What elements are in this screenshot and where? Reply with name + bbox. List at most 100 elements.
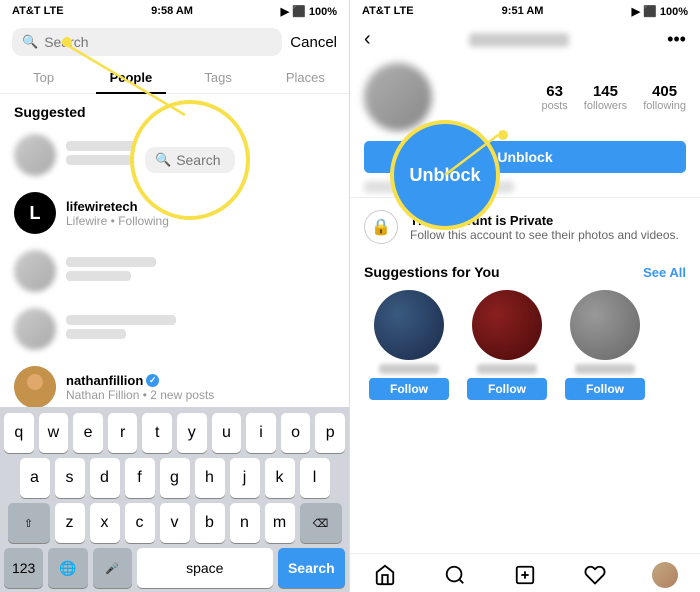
- avatar: [14, 134, 56, 176]
- right-time: 9:51 AM: [502, 5, 544, 17]
- key-q[interactable]: q: [4, 413, 34, 453]
- left-search-header: 🔍 Cancel: [0, 22, 349, 62]
- tab-top[interactable]: Top: [0, 62, 87, 93]
- key-y[interactable]: y: [177, 413, 207, 453]
- key-p[interactable]: p: [315, 413, 345, 453]
- nav-home[interactable]: [350, 562, 420, 588]
- suggestions-row: Follow Follow Follow: [350, 284, 700, 406]
- key-e[interactable]: e: [73, 413, 103, 453]
- key-z[interactable]: z: [55, 503, 85, 543]
- suggestion-avatar-3: [570, 290, 640, 360]
- list-item[interactable]: nathanfillion ✓ Nathan Fillion • 2 new p…: [0, 358, 349, 407]
- verified-badge: ✓: [146, 374, 159, 387]
- suggestions-title: Suggestions for You: [364, 264, 500, 280]
- keyboard-search-button[interactable]: Search: [278, 548, 345, 588]
- see-all-link[interactable]: See All: [643, 265, 686, 280]
- tab-tags[interactable]: Tags: [175, 62, 262, 93]
- shift-key[interactable]: ⇧: [8, 503, 50, 543]
- keyboard-row-bottom: 123 🌐 🎤 space Search: [4, 548, 345, 588]
- suggestion-name-2: [477, 364, 537, 374]
- suggestions-header: Suggestions for You See All: [350, 256, 700, 284]
- backspace-key[interactable]: ⌫: [300, 503, 342, 543]
- emoji-key[interactable]: 🌐: [48, 548, 87, 588]
- left-time: 9:58 AM: [151, 5, 193, 17]
- user-info: nathanfillion ✓ Nathan Fillion • 2 new p…: [66, 373, 214, 402]
- blurred-sub: [66, 329, 126, 339]
- key-v[interactable]: v: [160, 503, 190, 543]
- num-key[interactable]: 123: [4, 548, 43, 588]
- key-h[interactable]: h: [195, 458, 225, 498]
- tab-places[interactable]: Places: [262, 62, 349, 93]
- blurred-name: [66, 315, 176, 325]
- key-u[interactable]: u: [212, 413, 242, 453]
- key-g[interactable]: g: [160, 458, 190, 498]
- cancel-button[interactable]: Cancel: [290, 34, 337, 51]
- key-r[interactable]: r: [108, 413, 138, 453]
- unblock-zoom-circle: Unblock: [390, 120, 500, 230]
- suggestion-name-3: [575, 364, 635, 374]
- tabs-row: Top People Tags Places: [0, 62, 349, 94]
- right-status-bar: AT&T LTE 9:51 AM ▶ ⬛ 100%: [350, 0, 700, 22]
- tab-people[interactable]: People: [87, 62, 174, 93]
- left-panel: AT&T LTE 9:58 AM ▶ ⬛ 100% 🔍 Cancel Top P…: [0, 0, 350, 592]
- key-f[interactable]: f: [125, 458, 155, 498]
- keyboard: q w e r t y u i o p a s d f g h j k l ⇧ …: [0, 407, 349, 592]
- left-status-icons: ▶ ⬛ 100%: [281, 5, 337, 18]
- key-t[interactable]: t: [142, 413, 172, 453]
- space-key[interactable]: space: [137, 548, 273, 588]
- zoom-search-inner: 🔍: [145, 147, 235, 173]
- blurred-sub: [66, 271, 131, 281]
- stat-following: 405 following: [643, 83, 686, 112]
- mic-key[interactable]: 🎤: [93, 548, 132, 588]
- left-status-bar: AT&T LTE 9:58 AM ▶ ⬛ 100%: [0, 0, 349, 22]
- nav-add[interactable]: [490, 562, 560, 588]
- key-d[interactable]: d: [90, 458, 120, 498]
- zoom-unblock-text: Unblock: [409, 165, 480, 186]
- nav-heart[interactable]: [560, 562, 630, 588]
- suggestion-avatar-2: [472, 290, 542, 360]
- search-zoom-circle: 🔍: [130, 100, 250, 220]
- key-c[interactable]: c: [125, 503, 155, 543]
- right-carrier: AT&T LTE: [362, 5, 414, 17]
- keyboard-row-2: a s d f g h j k l: [4, 458, 345, 498]
- suggestion-name-1: [379, 364, 439, 374]
- key-b[interactable]: b: [195, 503, 225, 543]
- key-w[interactable]: w: [39, 413, 69, 453]
- key-s[interactable]: s: [55, 458, 85, 498]
- list-item[interactable]: [0, 242, 349, 300]
- follow-button-1[interactable]: Follow: [369, 378, 449, 400]
- key-j[interactable]: j: [230, 458, 260, 498]
- follow-button-2[interactable]: Follow: [467, 378, 547, 400]
- stat-posts: 63 posts: [541, 83, 567, 112]
- key-i[interactable]: i: [246, 413, 276, 453]
- search-input[interactable]: [44, 34, 272, 50]
- key-a[interactable]: a: [20, 458, 50, 498]
- more-button[interactable]: •••: [667, 29, 686, 50]
- list-item[interactable]: [0, 300, 349, 358]
- suggestion-card-2: Follow: [462, 290, 552, 400]
- nav-search[interactable]: [420, 562, 490, 588]
- yellow-dot-right: [498, 130, 508, 140]
- suggestion-avatar-1: [374, 290, 444, 360]
- suggestion-card-3: Follow: [560, 290, 650, 400]
- key-l[interactable]: l: [300, 458, 330, 498]
- follow-button-3[interactable]: Follow: [565, 378, 645, 400]
- lock-icon: 🔒: [364, 210, 398, 244]
- avatar: [14, 250, 56, 292]
- key-n[interactable]: n: [230, 503, 260, 543]
- key-o[interactable]: o: [281, 413, 311, 453]
- profile-section: 63 posts 145 followers 405 following: [350, 57, 700, 137]
- right-status-icons: ▶ ⬛ 100%: [632, 5, 688, 18]
- profile-stats: 63 posts 145 followers 405 following: [442, 83, 686, 112]
- nav-profile[interactable]: [630, 562, 700, 588]
- key-x[interactable]: x: [90, 503, 120, 543]
- search-bar[interactable]: 🔍: [12, 28, 282, 56]
- key-k[interactable]: k: [265, 458, 295, 498]
- key-m[interactable]: m: [265, 503, 295, 543]
- zoom-search-input[interactable]: [176, 152, 226, 168]
- keyboard-row-1: q w e r t y u i o p: [4, 413, 345, 453]
- back-button[interactable]: ‹: [364, 28, 371, 51]
- right-panel: AT&T LTE 9:51 AM ▶ ⬛ 100% ‹ ••• 63 posts…: [350, 0, 700, 592]
- profile-username-blurred: [469, 33, 569, 47]
- profile-avatar: [364, 63, 432, 131]
